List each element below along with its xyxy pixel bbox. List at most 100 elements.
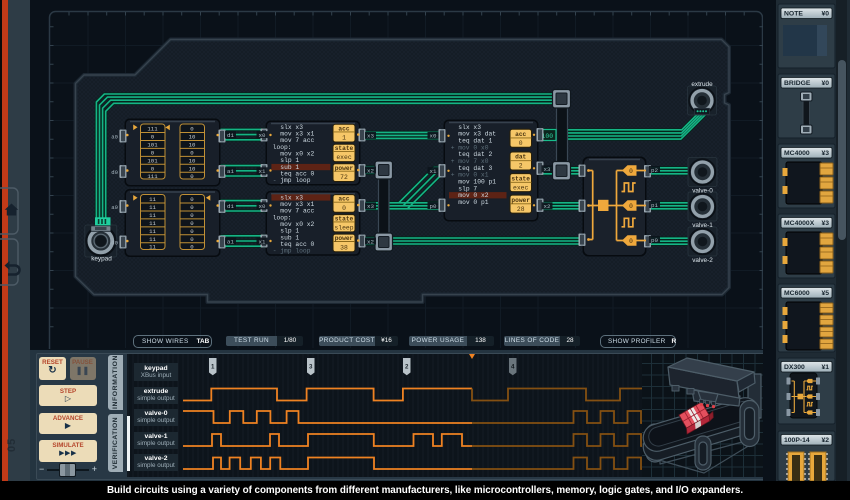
svg-text:0: 0	[629, 238, 633, 245]
svg-text:state: state	[511, 175, 530, 182]
svg-text:3: 3	[309, 364, 313, 371]
svg-text:acc: acc	[515, 131, 526, 138]
svg-text:keypad: keypad	[91, 256, 112, 263]
svg-text:111: 111	[147, 173, 158, 180]
svg-text:x2: x2	[544, 203, 551, 210]
svg-text:10: 10	[189, 157, 196, 164]
svg-text:11: 11	[149, 196, 156, 203]
svg-text:0: 0	[190, 126, 194, 133]
svg-text:2: 2	[519, 163, 523, 170]
svg-text:¥1: ¥1	[821, 364, 829, 371]
svg-text:x0: x0	[259, 132, 266, 139]
svg-text:¥3: ¥3	[821, 150, 829, 157]
svg-text:0: 0	[190, 212, 194, 219]
svg-text:100P-14: 100P-14	[784, 437, 810, 444]
svg-text:a0: a0	[111, 134, 118, 141]
svg-text:- jmp loop: - jmp loop	[273, 177, 311, 184]
svg-text:x1: x1	[259, 238, 266, 245]
svg-text:0: 0	[190, 149, 194, 156]
svg-text:10: 10	[189, 142, 196, 149]
svg-text:101: 101	[147, 142, 158, 149]
svg-text:MC4000: MC4000	[784, 150, 810, 157]
svg-text:MC6000: MC6000	[784, 290, 810, 297]
svg-text:0: 0	[190, 196, 194, 203]
svg-text:28: 28	[517, 206, 525, 213]
svg-text:d1: d1	[227, 203, 234, 210]
svg-text:0: 0	[151, 134, 155, 141]
svg-text:power: power	[511, 197, 530, 204]
svg-text:p0: p0	[430, 203, 437, 210]
svg-text:DX300: DX300	[784, 364, 805, 371]
svg-text:acc: acc	[338, 196, 349, 203]
svg-text:acc: acc	[338, 125, 349, 132]
svg-text:sleep: sleep	[334, 225, 353, 232]
svg-text:4: 4	[511, 364, 515, 371]
svg-text:¥2: ¥2	[821, 437, 829, 444]
svg-text:0: 0	[190, 220, 194, 227]
svg-text:a0: a0	[111, 204, 118, 211]
svg-text:38: 38	[340, 244, 348, 251]
svg-text:11: 11	[149, 212, 156, 219]
svg-text:2: 2	[405, 364, 409, 371]
svg-text:x0: x0	[259, 203, 266, 210]
svg-text:power: power	[335, 235, 354, 242]
svg-text:10: 10	[189, 134, 196, 141]
svg-text:valve-2: valve-2	[692, 257, 713, 264]
svg-text:mov 0 p1: mov 0 p1	[458, 199, 488, 206]
svg-text:x3: x3	[367, 133, 374, 140]
svg-text:1: 1	[211, 364, 215, 371]
svg-text:0: 0	[342, 205, 346, 212]
svg-text:state: state	[335, 216, 354, 223]
svg-text:x2: x2	[367, 167, 374, 174]
svg-text:¥3: ¥3	[821, 220, 829, 227]
svg-text:exec: exec	[513, 184, 529, 191]
svg-text:0: 0	[151, 149, 155, 156]
svg-text:¥0: ¥0	[821, 11, 829, 18]
svg-text:p0: p0	[651, 237, 658, 244]
svg-text:x1: x1	[259, 168, 266, 175]
svg-text:p1: p1	[651, 202, 658, 209]
svg-text:0: 0	[629, 203, 633, 210]
svg-text:111: 111	[147, 126, 158, 133]
svg-text:10: 10	[189, 165, 196, 172]
svg-text:x1: x1	[430, 168, 437, 175]
svg-text:exec: exec	[336, 154, 352, 161]
svg-text:BRIDGE: BRIDGE	[784, 80, 811, 87]
svg-text:101: 101	[147, 157, 158, 164]
svg-text:1: 1	[342, 135, 346, 142]
svg-text:11: 11	[149, 220, 156, 227]
svg-text:0: 0	[190, 228, 194, 235]
svg-text:p2: p2	[651, 167, 658, 174]
svg-text:valve-1: valve-1	[692, 222, 713, 229]
svg-text:x3: x3	[544, 166, 551, 173]
svg-text:x3: x3	[367, 203, 374, 210]
svg-text:¥5: ¥5	[821, 290, 829, 297]
svg-text:11: 11	[149, 204, 156, 211]
svg-text:extrude: extrude	[691, 81, 713, 88]
svg-text:d0: d0	[111, 240, 118, 247]
svg-text:x2: x2	[367, 238, 374, 245]
svg-text:valve-0: valve-0	[692, 188, 713, 195]
svg-text:state: state	[335, 145, 354, 152]
svg-text:power: power	[335, 165, 354, 172]
svg-text:d0: d0	[111, 169, 118, 176]
svg-text:0: 0	[519, 140, 523, 147]
svg-text:a1: a1	[227, 238, 234, 245]
svg-text:0: 0	[190, 236, 194, 243]
svg-text:dat: dat	[515, 154, 526, 161]
svg-text:0: 0	[190, 204, 194, 211]
svg-text:72: 72	[340, 174, 348, 181]
svg-text:05: 05	[6, 438, 18, 452]
svg-text:0: 0	[190, 244, 194, 251]
svg-text:11: 11	[149, 244, 156, 251]
svg-text:0: 0	[629, 168, 633, 175]
svg-text:11: 11	[149, 228, 156, 235]
svg-text:- jmp loop: - jmp loop	[273, 248, 311, 255]
svg-text:11: 11	[149, 236, 156, 243]
svg-text:0: 0	[190, 173, 194, 180]
svg-text:a1: a1	[227, 168, 234, 175]
svg-text:NOTE: NOTE	[784, 11, 803, 18]
svg-text:MC4000X: MC4000X	[784, 220, 815, 227]
svg-text:x0: x0	[430, 133, 437, 140]
svg-text:d1: d1	[227, 132, 234, 139]
